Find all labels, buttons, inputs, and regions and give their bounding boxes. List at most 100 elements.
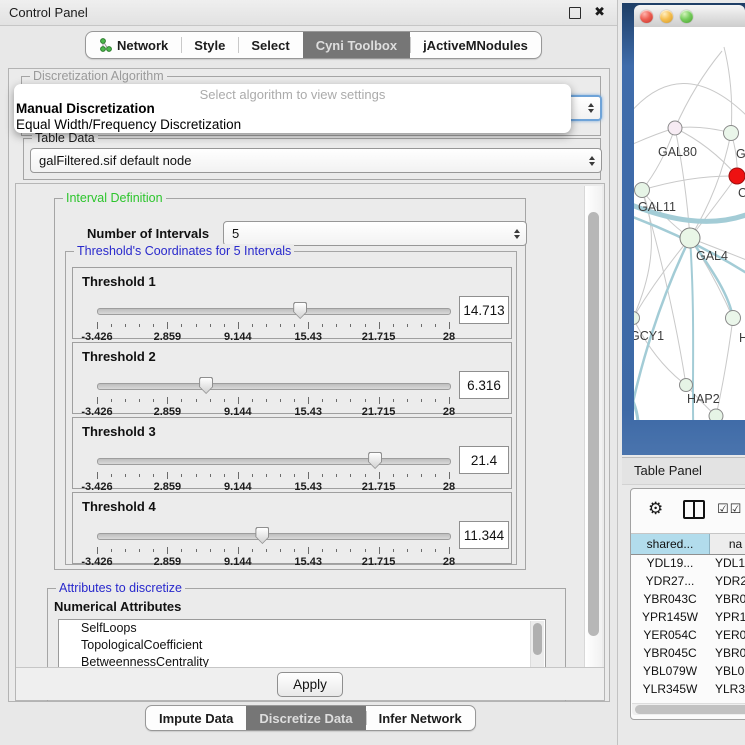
slider-thumb[interactable] [255,527,269,544]
table-cell[interactable]: YBR0 [709,590,745,608]
tab-network[interactable]: Network [86,32,181,58]
network-edge[interactable] [634,83,745,123]
table-cell[interactable]: YBL079W [631,662,709,680]
table-row[interactable]: YBR045CYBR0 [631,644,745,662]
threshold-value-field[interactable]: 14.713 [459,296,509,324]
table-row[interactable]: YDR27...YDR2 [631,572,745,590]
tab-jactivemnodules[interactable]: jActiveMNodules [410,32,541,58]
network-node[interactable] [634,312,640,325]
table-cell[interactable]: YBL0 [709,662,745,680]
tab-cyni-toolbox[interactable]: Cyni Toolbox [303,32,410,58]
checkbox-icons[interactable]: ☑☑ [717,501,742,517]
table-row[interactable]: YDL19...YDL1 [631,554,745,572]
tab-style[interactable]: Style [181,32,238,58]
tab-discretize-data[interactable]: Discretize Data [246,706,365,730]
table-row[interactable]: YER054CYER0 [631,626,745,644]
table-cell[interactable]: YER0 [709,626,745,644]
network-node[interactable] [709,409,723,420]
column-header-name[interactable]: na [710,534,745,554]
threshold-2-slider[interactable]: -3.4262.8599.14415.4321.71528 [97,376,449,412]
threshold-3-slider[interactable]: -3.4262.8599.14415.4321.71528 [97,451,449,487]
network-node[interactable] [680,379,693,392]
network-node[interactable] [635,183,650,198]
minimize-traffic-light[interactable] [660,10,673,23]
table-row[interactable]: YPR145WYPR1 [631,608,745,626]
number-of-intervals-combo[interactable]: 5 [223,221,527,246]
vertical-scrollbar[interactable] [584,186,602,698]
horizontal-scrollbar[interactable] [632,703,745,715]
network-edge[interactable] [675,51,722,128]
network-edge[interactable] [690,176,737,238]
slider-track[interactable] [97,533,451,540]
scrollbar-thumb[interactable] [588,212,599,636]
table-cell[interactable]: YBR043C [631,590,709,608]
table-rows: YDL19...YDL1YDR27...YDR2YBR043CYBR0YPR14… [631,554,745,702]
table-cell[interactable]: YPR1 [709,608,745,626]
column-header-shared-name[interactable]: shared... [631,534,710,554]
dropdown-item-manual-discretization[interactable]: Manual Discretization [16,101,155,116]
slider-thumb[interactable] [368,452,382,469]
table-cell[interactable]: YDL1 [709,554,745,572]
dropdown-item-equal-width-frequency[interactable]: Equal Width/Frequency Discretization [16,117,241,132]
zoom-traffic-light[interactable] [680,10,693,23]
tab-impute-data[interactable]: Impute Data [146,706,246,730]
close-traffic-light[interactable] [640,10,653,23]
table-cell[interactable]: YIL0 [709,698,745,702]
table-cell[interactable]: YBR045C [631,644,709,662]
apply-button[interactable]: Apply [277,672,343,697]
slider-thumb[interactable] [293,302,307,319]
network-node[interactable] [680,228,700,248]
network-view-frame: GAL80GAL11GAL4GCY1HAP2GCH [622,3,745,455]
scrollbar-thumb[interactable] [533,623,542,655]
slider-tick [252,324,253,327]
table-cell[interactable]: YLR3 [709,680,745,698]
threshold-value-field[interactable]: 21.4 [459,446,509,474]
slider-track[interactable] [97,308,451,315]
network-edge[interactable] [642,128,675,190]
attribute-list-item[interactable]: SelfLoops [59,620,545,637]
network-node[interactable] [729,168,745,184]
list-scrollbar[interactable] [530,621,544,671]
network-edge[interactable] [642,176,737,190]
attribute-list-item[interactable]: TopologicalCoefficient [59,637,545,654]
table-cell[interactable]: YBR0 [709,644,745,662]
close-icon[interactable]: ✖ [594,4,605,20]
slider-tick [210,549,211,552]
network-edge[interactable] [724,47,732,133]
table-cell[interactable]: YER054C [631,626,709,644]
slider-tick [294,474,295,477]
tab-infer-network[interactable]: Infer Network [366,706,475,730]
table-cell[interactable]: YDR27... [631,572,709,590]
slider-track[interactable] [97,383,451,390]
columns-icon[interactable] [683,500,705,519]
network-canvas[interactable]: GAL80GAL11GAL4GCY1HAP2GCH [634,27,745,420]
float-window-icon[interactable] [569,7,581,19]
threshold-1-slider[interactable]: -3.4262.8599.14415.4321.71528 [97,301,449,337]
threshold-value-field[interactable]: 11.344 [459,521,509,549]
network-window-titlebar[interactable] [634,5,745,28]
threshold-value-field[interactable]: 6.316 [459,371,509,399]
slider-tick [336,324,337,327]
network-node[interactable] [726,311,741,326]
slider-thumb[interactable] [199,377,213,394]
threshold-4-slider[interactable]: -3.4262.8599.14415.4321.71528 [97,526,449,562]
scrollbar-thumb[interactable] [635,705,745,714]
slider-track[interactable] [97,458,451,465]
table-row[interactable]: YBL079WYBL0 [631,662,745,680]
network-node[interactable] [724,126,739,141]
table-row[interactable]: YBR043CYBR0 [631,590,745,608]
table-toolbar: ⚙ ☑☑ [631,489,745,529]
numerical-attributes-list[interactable]: SelfLoopsTopologicalCoefficientBetweenne… [58,619,546,673]
table-cell[interactable]: YDR2 [709,572,745,590]
table-data-combo[interactable]: galFiltered.sif default node [30,148,602,173]
table-cell[interactable]: YDL19... [631,554,709,572]
network-node[interactable] [668,121,682,135]
table-row[interactable]: YLR345WYLR3 [631,680,745,698]
table-cell[interactable]: YPR145W [631,608,709,626]
table-row[interactable]: YIL052CYIL0 [631,698,745,702]
table-cell[interactable]: YLR345W [631,680,709,698]
slider-tick [266,324,267,327]
tab-select[interactable]: Select [238,32,302,58]
table-cell[interactable]: YIL052C [631,698,709,702]
gear-icon[interactable]: ⚙ [648,499,663,519]
